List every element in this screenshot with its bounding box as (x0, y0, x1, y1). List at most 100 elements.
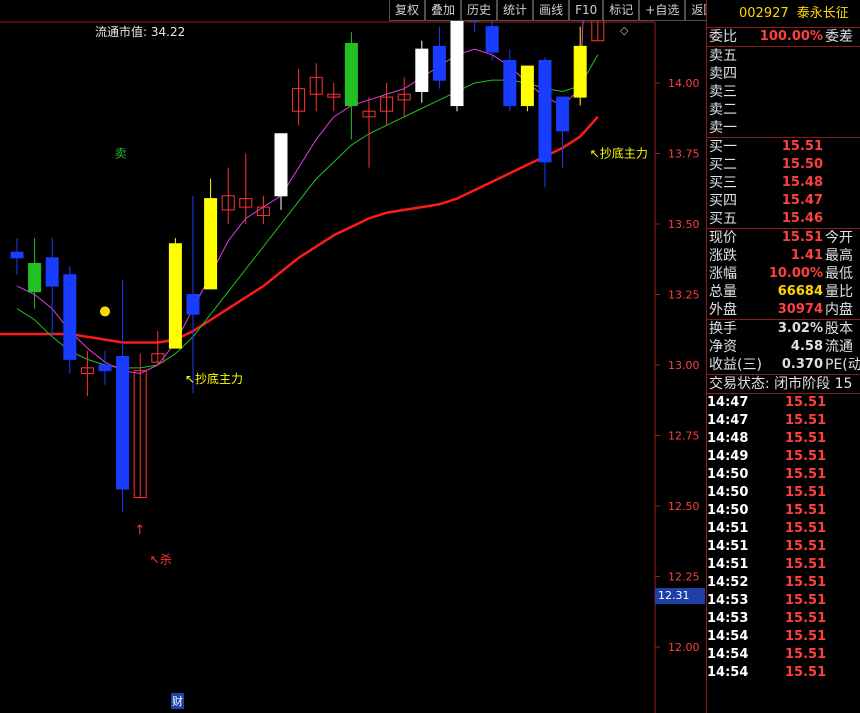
row-label: 涨跌 (709, 248, 737, 264)
tick-time: 14:52 (707, 575, 749, 590)
panel-row: 买四 15.47 (707, 192, 860, 210)
panel-row: 买一 15.51 (707, 138, 860, 156)
tick-time: 14:50 (707, 467, 749, 482)
tick-price: 15.51 (785, 629, 827, 644)
tick-row: 14:54 15.51 (707, 628, 860, 646)
row-label: 现价 (709, 230, 737, 246)
diamond-icon[interactable]: ◇ (620, 24, 628, 37)
candle-body (204, 198, 218, 290)
chart-annotation: ↖抄底主力 (185, 371, 243, 386)
sell-row: 卖三 (707, 83, 860, 101)
row-label2: 今开 (825, 230, 853, 246)
tick-time: 14:50 (707, 485, 749, 500)
y-tick-label: 13.25 (668, 289, 700, 302)
fundamentals-block: 换手 3.02% 股本 净资 4.58 流通 收益(三) 0.370 PE(动 (707, 320, 860, 375)
tick-time: 14:47 (707, 413, 749, 428)
toolbar-button-6[interactable]: 标记 (603, 0, 640, 21)
y-tick-label: 13.00 (668, 359, 700, 372)
tick-row: 14:53 15.51 (707, 610, 860, 628)
tick-time: 14:50 (707, 503, 749, 518)
row-value: 3.02% (777, 321, 823, 336)
candle-body (63, 274, 77, 360)
tick-row: 14:49 15.51 (707, 448, 860, 466)
row-label: 净资 (709, 339, 737, 355)
tick-row: 14:54 15.51 (707, 664, 860, 682)
tick-price: 15.51 (785, 575, 827, 590)
candle-body (556, 96, 570, 132)
tick-time: 14:54 (707, 629, 749, 644)
sell-label: 卖二 (709, 102, 737, 118)
toolbar-button-1[interactable]: 叠加 (425, 0, 462, 21)
y-tick-label: 12.25 (668, 571, 700, 584)
candle-body (450, 14, 464, 107)
row-value: 4.58 (790, 339, 823, 354)
quote-block: 现价 15.51 今开 涨跌 1.41 最高 涨幅 10.00% 最低 总量 66684 量比 外盘 30… (707, 229, 860, 320)
row-label: 外盘 (709, 302, 737, 318)
tick-time: 14:48 (707, 431, 749, 446)
tick-time: 14:53 (707, 611, 749, 626)
chart-toolbar: 复权 叠加 历史 统计 画线 F10 标记 +自选 返回 (389, 0, 722, 22)
toolbar-button-2[interactable]: 历史 (461, 0, 498, 21)
tick-list: 14:47 15.51 14:47 15.51 14:48 15.51 14:49 15.51… (707, 394, 860, 682)
sell-label: 卖四 (709, 66, 737, 82)
sell-row: 卖二 (707, 101, 860, 119)
row-label2: PE(动 (825, 357, 860, 373)
row-value: 15.51 (781, 139, 823, 154)
row-value: 15.51 (781, 230, 823, 245)
y-tick-label: 12.50 (668, 500, 700, 513)
tick-price: 15.51 (785, 413, 827, 428)
row-label2: 股本 (825, 321, 853, 337)
row-value: 15.46 (781, 211, 823, 226)
tick-row: 14:52 15.51 (707, 574, 860, 592)
candle-body (485, 26, 499, 53)
row-value: 1.41 (790, 248, 823, 263)
candle-body (432, 45, 446, 81)
candlestick-chart[interactable]: 16.0015.7515.5015.2515.0014.7514.5014.25… (0, 0, 706, 713)
tick-price: 15.51 (785, 557, 827, 572)
tick-row: 14:54 15.51 (707, 646, 860, 664)
row-value: 15.48 (781, 175, 823, 190)
panel-row: 涨跌 1.41 最高 (707, 247, 860, 265)
toolbar-button-5[interactable]: F10 (569, 0, 604, 21)
tick-price: 15.51 (785, 467, 827, 482)
candle-body (274, 133, 288, 197)
toolbar-button-4[interactable]: 画线 (533, 0, 570, 21)
tick-price: 15.51 (785, 647, 827, 662)
toolbar-button-0[interactable]: 复权 (389, 0, 426, 21)
y-tick-label: 12.00 (668, 641, 700, 654)
toolbar-button-7[interactable]: +自选 (639, 0, 686, 21)
row-value: 30974 (777, 302, 823, 317)
tick-price: 15.51 (785, 521, 827, 536)
candle-body (573, 45, 587, 98)
row-label: 收益(三) (709, 357, 762, 373)
panel-row: 总量 66684 量比 (707, 283, 860, 301)
trade-status: 交易状态: 闭市阶段 15 (709, 376, 853, 392)
row-value: 15.47 (781, 193, 823, 208)
panel-row: 外盘 30974 内盘 (707, 301, 860, 319)
chart-annotation: 卖 (115, 147, 127, 161)
y-tick-label: 14.00 (668, 77, 700, 90)
sell-label: 卖三 (709, 84, 737, 100)
tick-time: 14:51 (707, 557, 749, 572)
finance-marker[interactable]: 财 (171, 693, 184, 709)
candle-body (415, 48, 429, 92)
tick-price: 15.51 (785, 431, 827, 446)
tick-row: 14:48 15.51 (707, 430, 860, 448)
tick-row: 14:47 15.51 (707, 394, 860, 412)
tick-time: 14:54 (707, 665, 749, 680)
tick-price: 15.51 (785, 611, 827, 626)
tick-price: 15.51 (785, 593, 827, 608)
row-value: 10.00% (768, 266, 823, 281)
trade-status-row: 交易状态: 闭市阶段 15 (707, 375, 860, 394)
tick-row: 14:51 15.51 (707, 520, 860, 538)
row-label2: 流通 (825, 339, 853, 355)
toolbar-button-3[interactable]: 统计 (497, 0, 534, 21)
row-label: 换手 (709, 321, 737, 337)
candle-body (186, 294, 200, 315)
row-label2: 最低 (825, 266, 853, 282)
row-label: 涨幅 (709, 266, 737, 282)
stock-code: 002927 (739, 6, 789, 21)
ma-magenta-line (16, 0, 585, 374)
tick-time: 14:51 (707, 521, 749, 536)
current-price-tag: 12.31 (655, 588, 705, 604)
